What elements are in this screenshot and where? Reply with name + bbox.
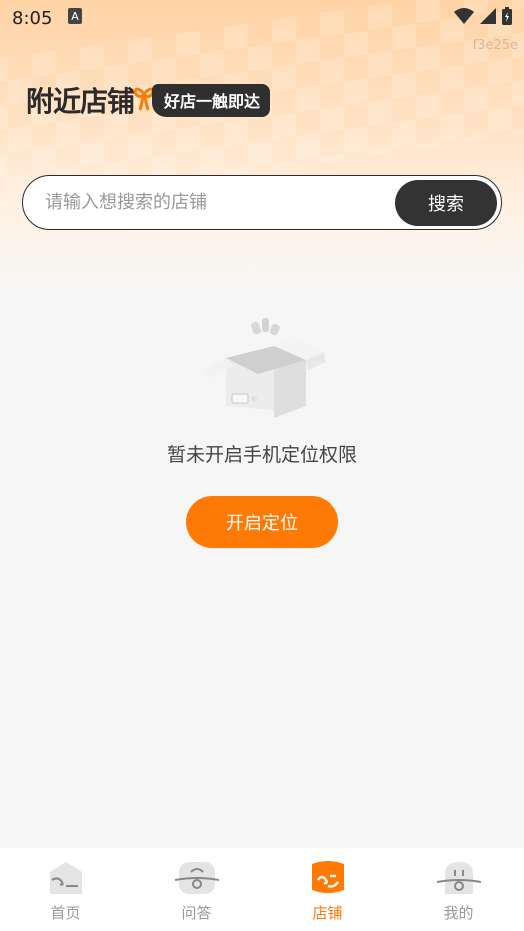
tab-qa[interactable]: 问答	[131, 848, 262, 931]
svg-text:A: A	[72, 10, 80, 23]
qa-icon	[174, 860, 219, 900]
location-permission-message: 暂未开启手机定位权限	[166, 444, 357, 466]
notification-icon: A	[68, 8, 83, 28]
profile-icon	[436, 860, 481, 900]
search-button[interactable]: 搜索	[395, 179, 497, 226]
store-icon	[308, 860, 348, 900]
search-input[interactable]	[23, 191, 395, 214]
signal-icon	[480, 8, 496, 28]
tab-home[interactable]: 首页	[0, 848, 131, 931]
tab-label-profile: 我的	[443, 904, 474, 922]
tab-profile[interactable]: 我的	[393, 848, 524, 931]
tab-store[interactable]: 店铺	[262, 848, 393, 931]
battery-icon	[502, 7, 512, 29]
page-header: 附近店铺 好店一触即达	[26, 80, 271, 120]
tab-label-home: 首页	[50, 904, 81, 922]
enable-location-button[interactable]: 开启定位	[186, 496, 338, 548]
tab-label-qa: 问答	[181, 904, 212, 922]
tab-label-store: 店铺	[312, 904, 343, 922]
home-icon	[46, 860, 86, 900]
header-background	[0, 0, 524, 290]
empty-box-illustration	[196, 314, 330, 424]
status-bar: 8:05 A	[0, 0, 524, 36]
build-hash: f3e25e	[472, 38, 518, 53]
bottom-tab-bar: 首页 问答 店铺 我的	[0, 848, 524, 931]
page-title: 附近店铺	[26, 85, 135, 118]
slogan-badge: 好店一触即达	[152, 83, 271, 117]
status-time: 8:05	[12, 7, 53, 29]
search-bar: 搜索	[22, 175, 502, 230]
wifi-icon	[454, 8, 474, 28]
